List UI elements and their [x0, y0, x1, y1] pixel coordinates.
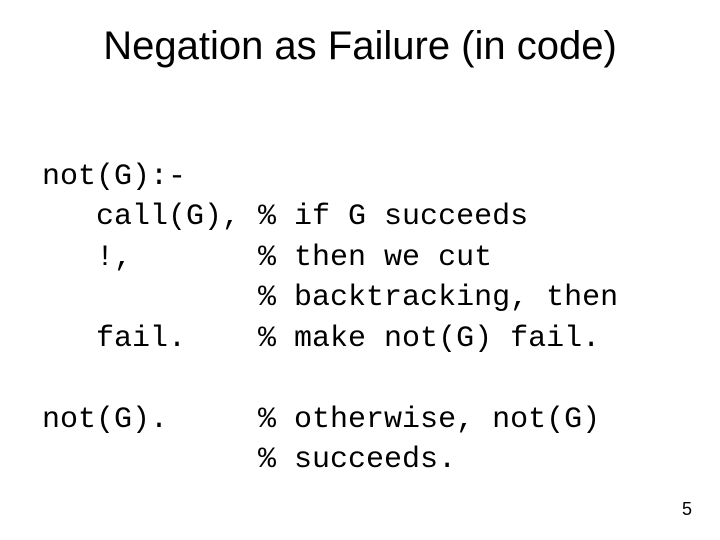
code-line: not(G). % otherwise, not(G): [42, 403, 600, 437]
code-line: fail. % make not(G) fail.: [42, 322, 600, 356]
slide: Negation as Failure (in code) not(G):- c…: [0, 0, 720, 540]
code-line: % succeeds.: [42, 443, 456, 477]
code-line: !, % then we cut: [42, 241, 492, 275]
code-line: call(G), % if G succeeds: [42, 200, 528, 234]
code-block: not(G):- call(G), % if G succeeds !, % t…: [42, 116, 618, 481]
slide-title: Negation as Failure (in code): [0, 24, 720, 69]
code-line: not(G):-: [42, 160, 186, 194]
page-number: 5: [682, 499, 692, 520]
code-line: % backtracking, then: [42, 281, 618, 315]
